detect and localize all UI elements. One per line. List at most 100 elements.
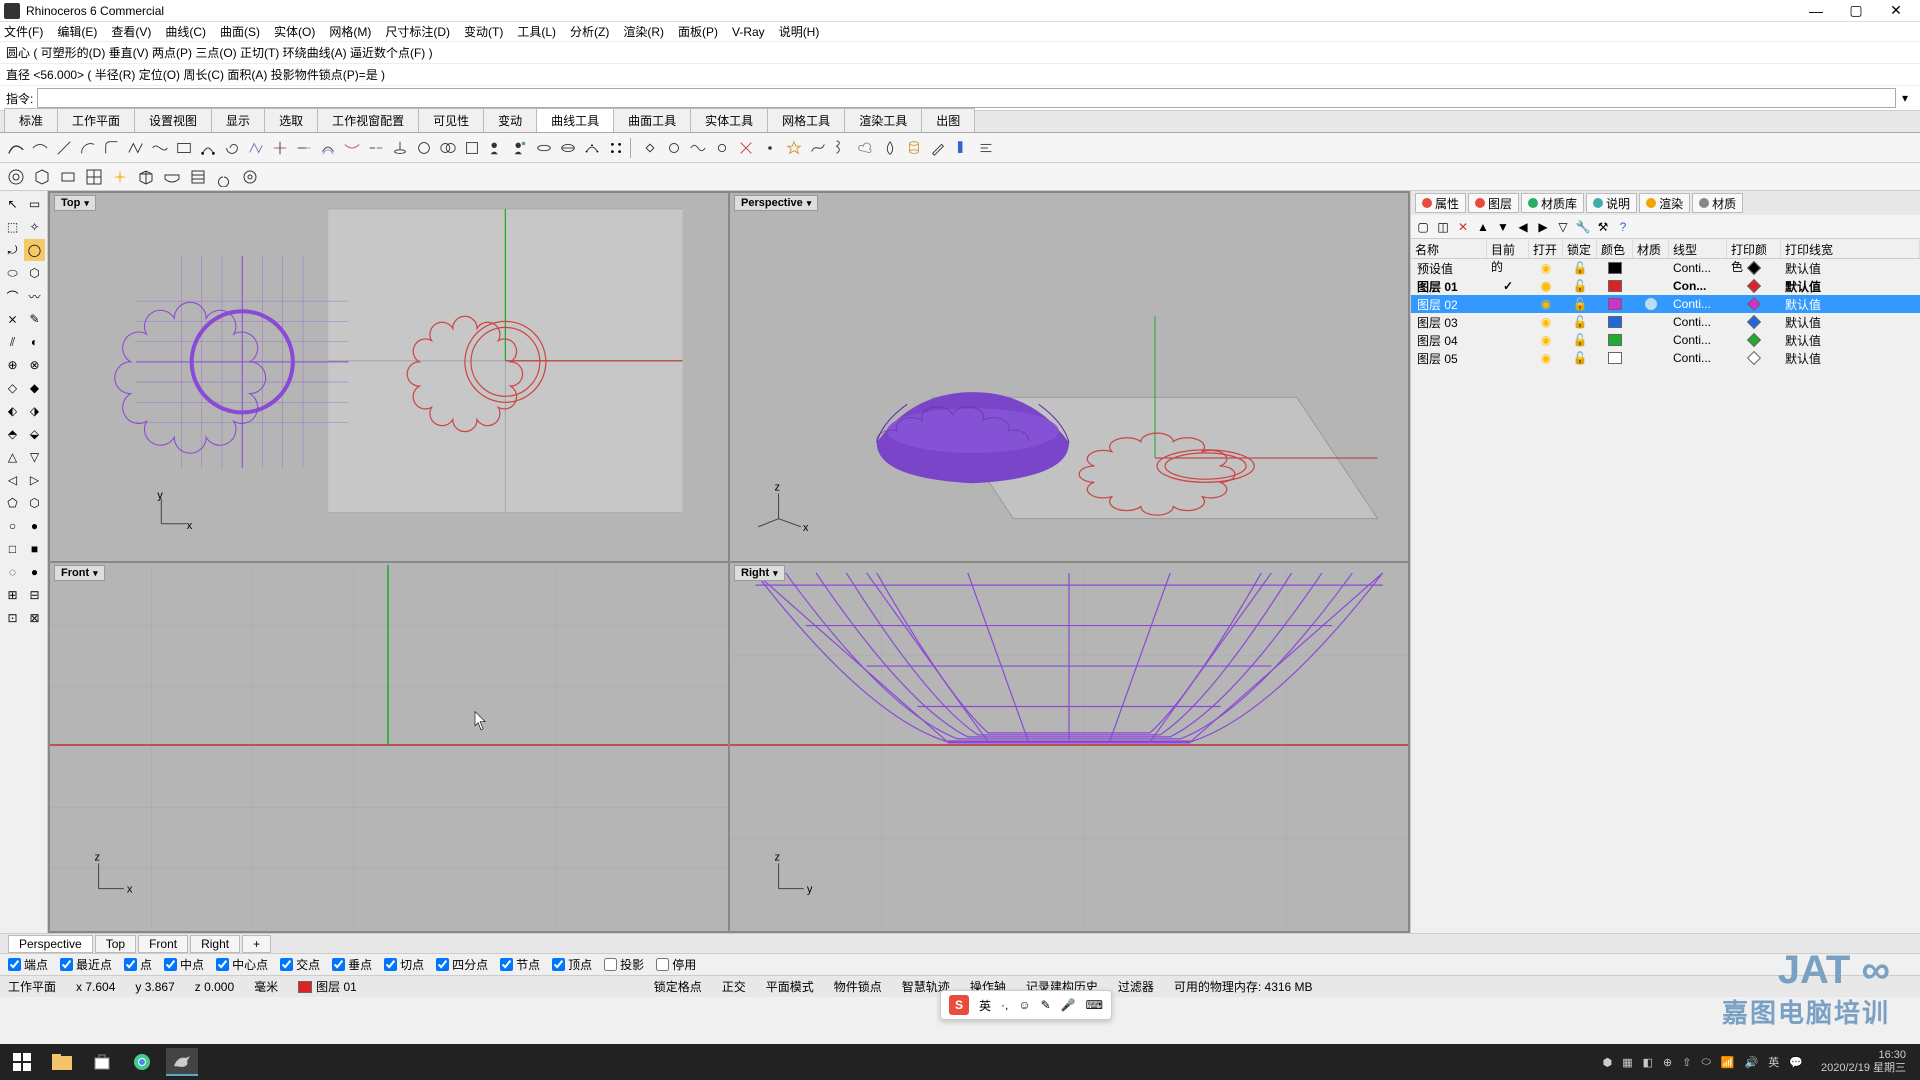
fillet-tool-icon[interactable] [102,138,122,158]
extend-tool-icon[interactable] [294,138,314,158]
boat-icon[interactable] [162,167,182,187]
ribbon-tab[interactable]: 设置视图 [134,108,212,132]
hdr-on[interactable]: 打开 [1529,239,1563,258]
menu-item[interactable]: 网格(M) [329,23,371,40]
status-planar[interactable]: 平面模式 [766,978,814,995]
status-ortho[interactable]: 正交 [722,978,746,995]
new-layer-icon[interactable]: ▢ [1415,219,1431,235]
cube-icon[interactable] [136,167,156,187]
tool-palette-button[interactable]: ▽ [24,446,45,468]
viewport-tab[interactable]: + [242,935,271,953]
viewport-right-label[interactable]: Right▾ [734,565,785,581]
cloud-tool-icon[interactable] [856,138,876,158]
ribbon-tab[interactable]: 可见性 [418,108,484,132]
rect-tool-icon[interactable] [174,138,194,158]
down-icon[interactable]: ▼ [1495,219,1511,235]
align-tool-icon[interactable] [976,138,996,158]
tool-palette-button[interactable]: ⊗ [24,354,45,376]
command-dropdown-icon[interactable]: ▾ [1896,91,1914,105]
explorer-icon[interactable] [46,1048,78,1076]
silhouette-icon[interactable] [486,138,506,158]
ime-mic-icon[interactable]: 🎤 [1061,998,1076,1012]
taskbar-clock[interactable]: 16:30 2020/2/19 星期三 [1813,1049,1914,1075]
menu-item[interactable]: 文件(F) [4,23,43,40]
layer-row[interactable]: 图层 01✓◉🔓Con...默认值 [1411,277,1920,295]
menu-item[interactable]: 变动(T) [464,23,503,40]
tool-palette-button[interactable]: ⬭ [2,262,23,284]
x-tool-icon[interactable] [736,138,756,158]
help-icon[interactable]: ? [1615,219,1631,235]
dropdown-icon[interactable]: ▾ [84,198,89,209]
torus-icon[interactable] [6,167,26,187]
osnap-toggle[interactable]: 顶点 [552,956,592,973]
group-b-icon[interactable] [438,138,458,158]
tool-palette-button[interactable]: ■ [24,538,45,560]
grid-b-icon[interactable] [84,167,104,187]
viewport-tab[interactable]: Perspective [8,935,93,953]
tool-palette-button[interactable]: ◇ [2,377,23,399]
menu-item[interactable]: 分析(Z) [570,23,609,40]
tray-ime-icon[interactable]: 英 [1768,1054,1779,1070]
viewport-top-label[interactable]: Top▾ [54,195,96,211]
up-icon[interactable]: ▲ [1475,219,1491,235]
tool-palette-button[interactable]: △ [2,446,23,468]
dropdown-icon[interactable]: ▾ [93,568,98,579]
osnap-toggle[interactable]: 交点 [280,956,320,973]
project-tool-icon[interactable] [390,138,410,158]
tool-palette-button[interactable]: ⌒ [2,285,23,307]
tray-wifi-icon[interactable]: 📶 [1721,1056,1735,1069]
line-tool-icon[interactable] [54,138,74,158]
ribbon-tab[interactable]: 变动 [483,108,537,132]
tool-palette-button[interactable]: ⬙ [24,423,45,445]
tray-volume-icon[interactable]: 🔊 [1745,1056,1759,1069]
tool-palette-button[interactable]: ◆ [24,377,45,399]
tool-palette-button[interactable]: ⬖ [2,400,23,422]
ribbon-tab[interactable]: 显示 [211,108,265,132]
ribbon-tab[interactable]: 选取 [264,108,318,132]
ime-keyboard-icon[interactable]: ⌨ [1086,998,1103,1012]
tool-palette-button[interactable]: ✧ [24,216,45,238]
tray-icon[interactable]: ⇧ [1682,1056,1691,1069]
panel-tab[interactable]: 渲染 [1639,193,1690,213]
tool-palette-button[interactable]: ⫽ [2,331,23,353]
ime-logo-icon[interactable]: S [949,995,969,1015]
ribbon-tab[interactable]: 曲线工具 [536,108,614,132]
tool-palette-button[interactable]: ⊞ [2,584,23,606]
viewport-perspective-label[interactable]: Perspective▾ [734,195,818,211]
ime-toolbar[interactable]: S 英 ·, ☺ ✎ 🎤 ⌨ [940,990,1112,1020]
wave-tool-icon[interactable] [688,138,708,158]
ribbon-tab[interactable]: 实体工具 [690,108,768,132]
panel-tab[interactable]: 属性 [1415,193,1466,213]
status-filter[interactable]: 过滤器 [1118,978,1154,995]
tool-palette-button[interactable]: □ [2,538,23,560]
menu-item[interactable]: 曲面(S) [220,23,260,40]
pen-tool-icon[interactable] [928,138,948,158]
tool-palette-button[interactable]: ↖ [2,193,23,215]
osnap-toggle[interactable]: 端点 [8,956,48,973]
panel-tab[interactable]: 说明 [1586,193,1637,213]
panel-tab[interactable]: 材质库 [1521,193,1584,213]
status-gridsnap[interactable]: 锁定格点 [654,978,702,995]
polyline-tool-icon[interactable] [126,138,146,158]
layer-row[interactable]: 图层 03◉🔓Conti...默认值 [1411,313,1920,331]
viewport-perspective[interactable]: Perspective▾ [730,193,1408,561]
tool-palette-button[interactable]: ● [24,561,45,583]
curve-tool-icon[interactable] [6,138,26,158]
new-sublayer-icon[interactable]: ◫ [1435,219,1451,235]
left-icon[interactable]: ◀ [1515,219,1531,235]
osnap-toggle[interactable]: 中心点 [216,956,268,973]
viewport-tab[interactable]: Front [138,935,188,953]
layer-row[interactable]: 图层 04◉🔓Conti...默认值 [1411,331,1920,349]
tool-palette-button[interactable]: ⊟ [24,584,45,606]
tool-palette-button[interactable]: ○ [2,515,23,537]
delete-layer-icon[interactable]: ✕ [1455,219,1471,235]
tool-palette-button[interactable]: ⬗ [24,400,45,422]
rhino-taskbar-icon[interactable] [166,1048,198,1076]
menu-item[interactable]: 工具(L) [517,23,556,40]
silhouette-2-icon[interactable] [510,138,530,158]
tool-palette-button[interactable]: ⊕ [2,354,23,376]
ellipse-a-icon[interactable] [534,138,554,158]
tool-palette-button[interactable]: ⊡ [2,607,23,629]
match-tool-icon[interactable] [366,138,386,158]
tool-palette-button[interactable]: ◌ [2,561,23,583]
